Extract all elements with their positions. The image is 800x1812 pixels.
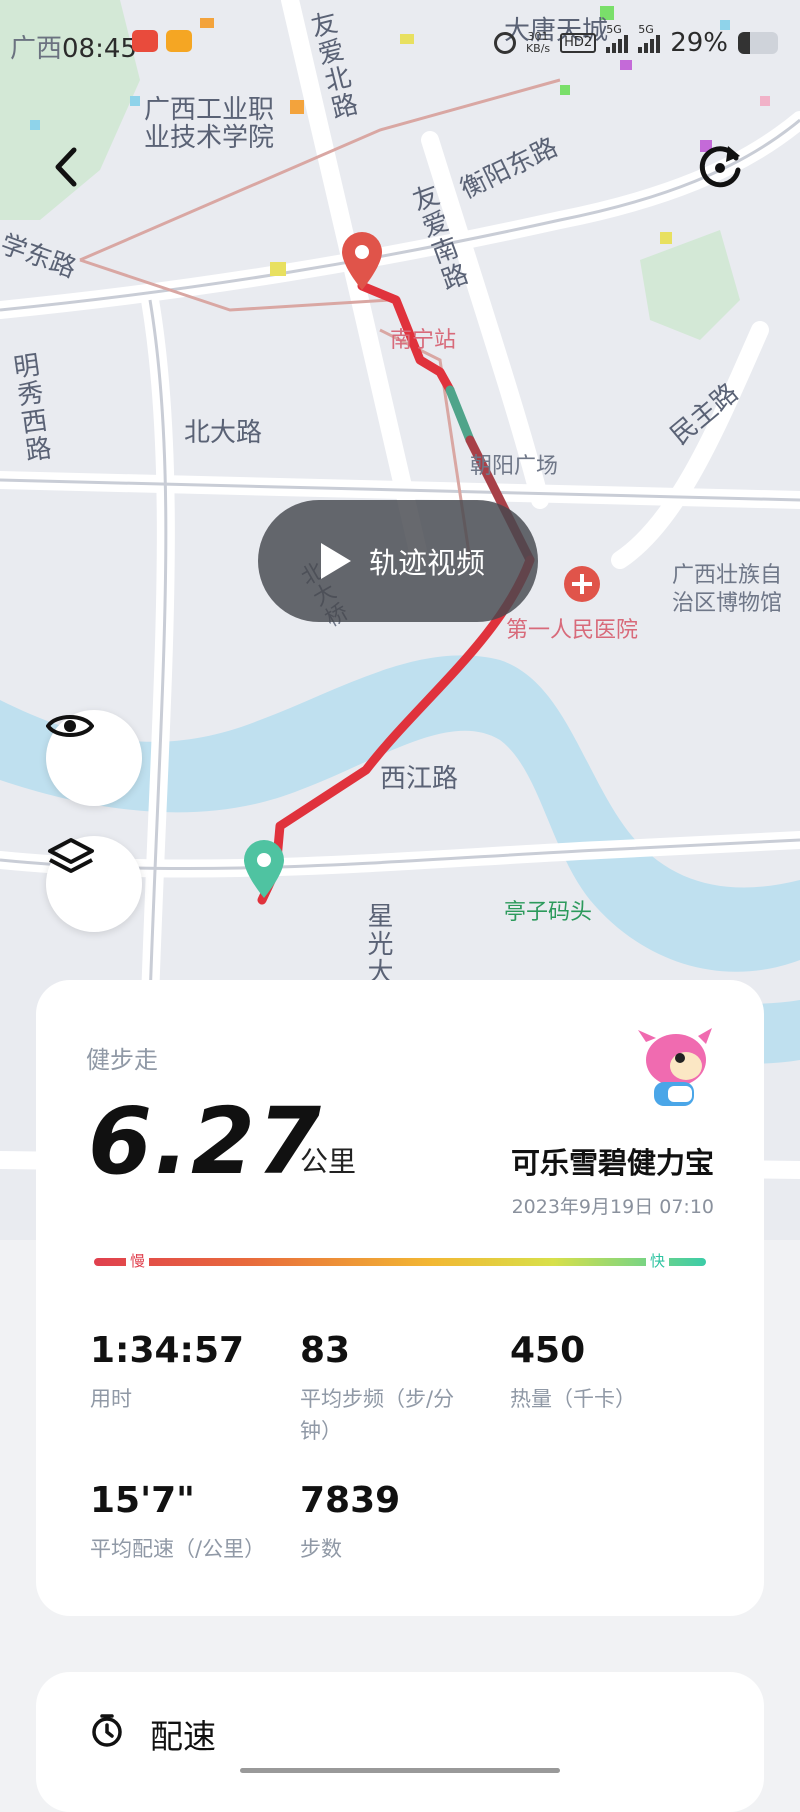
sim1-type: 5G <box>606 23 622 36</box>
alarm-icon <box>493 32 516 54</box>
stat-label: 平均步频（步/分钟） <box>300 1387 455 1443</box>
weibo-icon <box>132 30 158 52</box>
stat-label: 平均配速（/公里） <box>90 1537 266 1561</box>
stopwatch-icon <box>92 1714 122 1747</box>
network-speed: 301 KB/s <box>526 31 550 55</box>
battery-fill <box>738 32 750 54</box>
map-label-chaoyang-square: 朝阳广场 <box>470 454 559 479</box>
pace-slow-label: 慢 <box>126 1250 150 1271</box>
stat-label: 热量（千卡） <box>510 1387 636 1411</box>
status-clock: 08:45 <box>62 34 137 64</box>
stat-label: 步数 <box>300 1537 342 1561</box>
stat-value: 15'7" <box>90 1480 195 1521</box>
map-label-museum: 广西壮族自治区博物馆 <box>672 563 783 616</box>
hd-badge: HD2 <box>560 33 597 53</box>
network-speed-unit: KB/s <box>525 42 551 55</box>
home-indicator[interactable] <box>240 1768 560 1773</box>
pace-fast-label: 快 <box>646 1250 670 1271</box>
stat-value: 83 <box>300 1330 351 1371</box>
activity-type: 健步走 <box>86 1046 158 1074</box>
layers-icon <box>48 838 94 873</box>
replay-button[interactable] <box>692 140 748 196</box>
status-carrier: 广西 <box>10 34 63 64</box>
map-label-beida: 北大路 <box>184 418 263 448</box>
stat-duration: 1:34:57 用时 <box>90 1330 260 1415</box>
signal-sim1-icon: 5G <box>606 23 629 53</box>
signal-sim2-icon: 5G <box>638 23 661 53</box>
start-marker-icon <box>244 840 284 898</box>
sim2-type: 5G <box>638 23 654 36</box>
battery-icon <box>738 32 778 54</box>
map-label-xingguang: 星光大 <box>363 902 393 986</box>
map-layers-button[interactable] <box>46 836 142 932</box>
status-right-group: 301 KB/s HD2 5G 5G 29% <box>493 23 778 58</box>
stat-value: 7839 <box>300 1480 401 1521</box>
workout-datetime: 2023年9月19日 07:10 <box>511 1196 714 1218</box>
stat-calories: 450 热量（千卡） <box>510 1330 710 1415</box>
track-video-label: 轨迹视频 <box>368 546 485 580</box>
track-video-button[interactable]: 轨迹视频 <box>258 500 538 622</box>
map-label-college: 广西工业职业技术学院 <box>144 95 275 153</box>
distance-unit: 公里 <box>300 1145 357 1178</box>
back-button[interactable] <box>46 142 86 192</box>
visibility-toggle-button[interactable] <box>46 710 142 806</box>
stat-value: 1:34:57 <box>90 1330 245 1371</box>
status-time: 广西08:45 <box>10 28 137 65</box>
map-label-tingzi-pier: 亭子码头 <box>504 900 593 925</box>
stat-steps: 7839 步数 <box>300 1480 470 1565</box>
mascot-avatar-icon[interactable] <box>628 1020 724 1116</box>
play-icon <box>320 543 351 579</box>
map-label-nanning-station: 南宁站 <box>390 328 457 353</box>
app-notification-icon <box>166 30 192 52</box>
device-name: 可乐雪碧健力宝 <box>510 1146 714 1180</box>
status-notification-icons <box>132 30 192 52</box>
stat-cadence: 83 平均步频（步/分钟） <box>300 1330 470 1447</box>
map-label-hospital: 第一人民医院 <box>506 618 639 643</box>
pace-section-title: 配速 <box>150 1717 216 1756</box>
status-bar: 广西08:45 301 KB/s HD2 5G 5G 29% <box>0 0 800 90</box>
stat-label: 用时 <box>90 1387 132 1411</box>
pace-gradient-bar <box>94 1258 706 1266</box>
refresh-icon <box>699 146 741 188</box>
pace-section[interactable]: 配速 <box>36 1672 764 1812</box>
hospital-marker-icon <box>564 566 600 602</box>
stat-value: 450 <box>510 1330 586 1371</box>
battery-percent: 29% <box>670 28 728 58</box>
workout-summary-card: 健步走 6.27 公里 可乐雪碧健力宝 2023年9月19日 07:10 慢 快… <box>36 980 764 1616</box>
distance-value: 6.27 <box>88 1088 323 1195</box>
map-label-xijiang: 西江路 <box>380 764 459 794</box>
stat-avg-pace: 15'7" 平均配速（/公里） <box>90 1480 290 1565</box>
eye-icon <box>46 715 94 737</box>
chevron-left-icon <box>55 147 77 187</box>
